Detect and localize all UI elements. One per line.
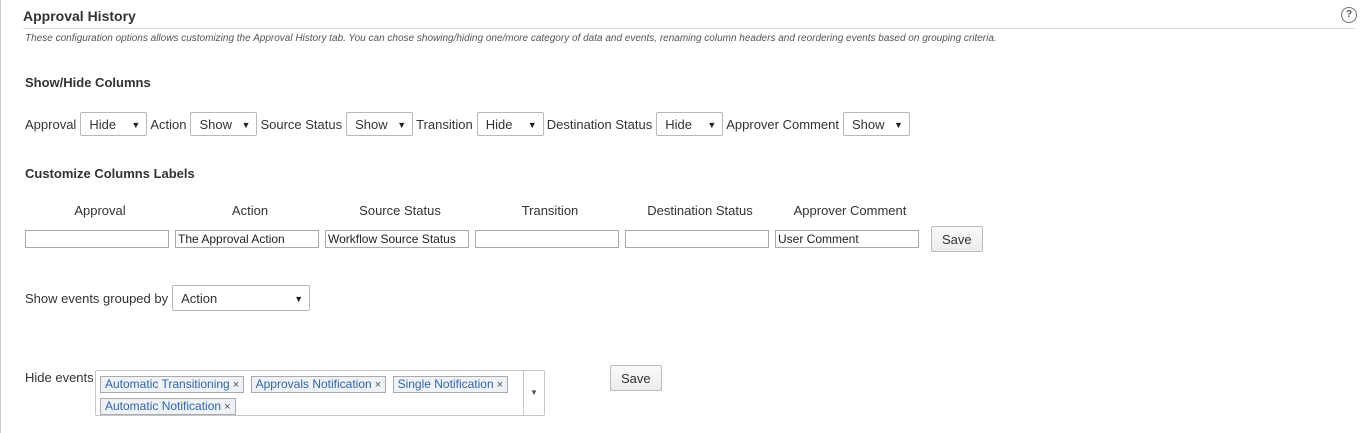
hide-events-label-row: Hide events — [25, 370, 94, 385]
approver-comment-visibility-select[interactable]: Show ▼ — [842, 112, 910, 136]
select-value: Hide — [485, 117, 513, 132]
save-labels-button[interactable]: Save — [931, 226, 983, 252]
hide-events-multiselect[interactable]: Automatic Transitioning × Approvals Notif… — [95, 370, 545, 416]
column-header: Destination Status — [647, 203, 753, 218]
remove-icon[interactable]: × — [224, 401, 230, 413]
select-value: Show — [851, 117, 885, 132]
destination-status-label-input[interactable] — [625, 230, 769, 248]
chevron-down-icon: ▼ — [894, 120, 903, 130]
remove-icon[interactable]: × — [233, 379, 239, 391]
transition-visibility-label: Transition — [416, 116, 473, 132]
source-status-visibility-select[interactable]: Show ▼ — [346, 112, 414, 136]
destination-status-visibility-select[interactable]: Hide ▼ — [656, 112, 724, 136]
destination-status-visibility-label: Destination Status — [546, 116, 653, 132]
action-label-input[interactable] — [175, 230, 319, 248]
column-header: Transition — [521, 203, 579, 218]
approver-comment-visibility-label: Approver Comment — [726, 116, 839, 132]
approval-label-input[interactable] — [25, 230, 169, 248]
approval-history-panel: Approval History ? These configuration o… — [0, 0, 1364, 433]
select-value: Hide — [665, 117, 692, 132]
show-hide-title: Show/Hide Columns — [25, 75, 151, 90]
selected-events: Automatic Transitioning × Approvals Notif… — [100, 375, 520, 419]
event-chip: Automatic Notification × — [100, 398, 236, 415]
chip-label: Automatic Notification — [105, 399, 222, 413]
approval-visibility-label: Approval — [25, 116, 77, 132]
remove-icon[interactable]: × — [497, 379, 503, 391]
column-header: Approver Comment — [793, 203, 907, 218]
chip-label: Single Notification — [397, 377, 494, 391]
show-hide-row: Approval Hide ▼ Action Show ▼ Source Sta… — [25, 112, 913, 136]
remove-icon[interactable]: × — [375, 379, 381, 391]
chevron-down-icon: ▼ — [707, 120, 717, 130]
approval-visibility-select[interactable]: Hide ▼ — [80, 112, 148, 136]
column-header: Source Status — [359, 203, 441, 218]
source-status-label-input[interactable] — [325, 230, 469, 248]
chip-label: Approvals Notification — [255, 377, 372, 391]
chip-label: Automatic Transitioning — [105, 377, 230, 391]
select-value: Show — [355, 117, 388, 132]
chevron-down-icon: ▼ — [241, 120, 251, 130]
event-chip: Automatic Transitioning × — [100, 376, 245, 393]
chevron-down-icon: ▼ — [131, 120, 141, 130]
select-value: Hide — [89, 117, 117, 132]
action-visibility-label: Action — [150, 116, 187, 132]
source-status-visibility-label: Source Status — [260, 116, 343, 132]
approver-comment-label-input[interactable] — [775, 230, 919, 248]
customize-labels-title: Customize Columns Labels — [25, 166, 195, 181]
help-icon[interactable]: ? — [1341, 7, 1357, 23]
save-hide-events-button[interactable]: Save — [610, 365, 662, 391]
event-chip: Approvals Notification × — [250, 376, 387, 393]
chevron-down-icon[interactable]: ▼ — [523, 371, 544, 415]
grouping-select[interactable]: Action ▼ — [172, 285, 311, 311]
chevron-down-icon: ▼ — [294, 294, 304, 304]
grouping-row: Show events grouped by Action ▼ — [25, 285, 313, 311]
column-label-inputs: Save — [25, 226, 983, 252]
column-header: Approval — [74, 203, 126, 218]
chevron-down-icon: ▼ — [397, 120, 407, 130]
grouping-label: Show events grouped by — [25, 290, 169, 306]
action-visibility-select[interactable]: Show ▼ — [190, 112, 258, 136]
chevron-down-icon: ▼ — [527, 120, 537, 130]
panel-header: Approval History ? — [23, 6, 1357, 29]
select-value: Show — [199, 117, 232, 132]
transition-label-input[interactable] — [475, 230, 619, 248]
event-chip: Single Notification × — [392, 376, 509, 393]
column-header: Action — [231, 203, 269, 218]
page-title: Approval History — [23, 8, 136, 24]
column-label-headers: Approval Action Source Status Transition… — [25, 203, 925, 218]
hide-events-label: Hide events — [25, 370, 94, 385]
select-value: Action — [181, 291, 218, 306]
transition-visibility-select[interactable]: Hide ▼ — [476, 112, 544, 136]
panel-description: These configuration options allows custo… — [25, 33, 997, 44]
